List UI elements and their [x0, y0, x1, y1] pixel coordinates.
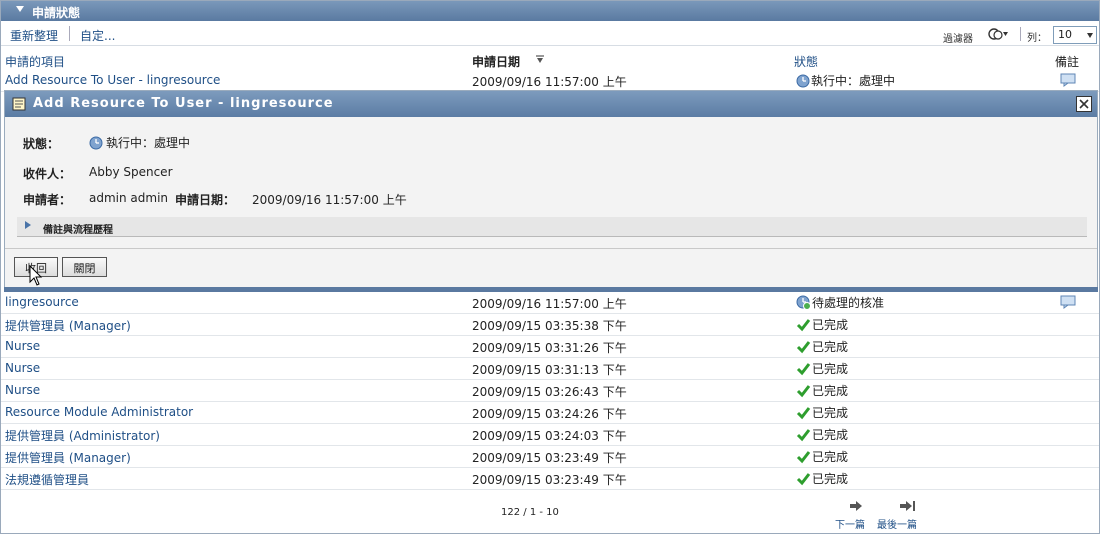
detail-header: Add Resource To User - lingresource	[5, 91, 1097, 117]
table-row[interactable]: 提供管理員 (Administrator) 2009/09/15 03:24:03…	[1, 423, 1099, 446]
request-item-link[interactable]: Nurse	[5, 383, 40, 397]
request-date: 2009/09/15 03:35:38 下午	[472, 319, 627, 333]
close-icon	[1079, 99, 1089, 109]
request-date: 2009/09/16 11:57:00 上午	[472, 297, 627, 311]
recipient-value: Abby Spencer	[89, 165, 173, 179]
request-status: 已完成	[796, 448, 848, 465]
toolbar: 重新整理 自定... 過濾器 列： 10	[1, 21, 1099, 46]
request-date: 2009/09/15 03:24:03 下午	[472, 429, 627, 443]
request-item-link[interactable]: Resource Module Administrator	[5, 405, 193, 419]
check-icon	[796, 385, 811, 398]
request-date: 2009/09/15 03:31:13 下午	[472, 363, 627, 377]
comments-history-toggle[interactable]: 備註與流程歷程	[17, 217, 1087, 237]
request-item-link[interactable]: Nurse	[5, 361, 40, 375]
toolbar-divider-2	[1020, 27, 1021, 41]
request-date: 2009/09/15 03:24:26 下午	[472, 407, 627, 421]
request-item-link[interactable]: 提供管理員 (Administrator)	[5, 427, 160, 444]
check-icon	[796, 451, 811, 464]
request-item-link[interactable]: Nurse	[5, 339, 40, 353]
request-item-link[interactable]: 法規遵循管理員	[5, 471, 89, 488]
rows-per-page-select[interactable]: 10	[1053, 26, 1097, 44]
rows-per-page-value: 10	[1058, 28, 1072, 41]
rows-label: 列：	[1027, 33, 1047, 44]
detail-divider	[5, 248, 1097, 249]
check-icon	[796, 407, 811, 420]
comment-icon[interactable]	[1060, 295, 1076, 309]
request-item-link[interactable]: 提供管理員 (Manager)	[5, 449, 131, 466]
filter-link[interactable]: 過濾器	[943, 30, 973, 45]
panel-title: 申請狀態	[32, 6, 81, 20]
expand-arrow-icon	[25, 221, 31, 229]
column-status-header[interactable]: 狀態	[794, 53, 818, 70]
request-date: 2009/09/16 11:57:00 上午	[472, 75, 627, 89]
request-item-link[interactable]: lingresource	[5, 295, 79, 309]
requester-label: 申請者：	[23, 193, 72, 207]
requester-value: admin admin	[89, 191, 169, 205]
next-page-link[interactable]: 下一篇	[835, 516, 865, 531]
request-date: 2009/09/15 03:31:26 下午	[472, 341, 627, 355]
clock-icon	[89, 136, 103, 150]
check-icon	[796, 319, 811, 332]
refresh-menu-icon[interactable]	[987, 27, 1009, 41]
comments-history-label: 備註與流程歷程	[43, 225, 113, 236]
request-date-label: 申請日期：	[175, 193, 236, 207]
request-status: 已完成	[796, 382, 848, 399]
table-row[interactable]: Nurse 2009/09/15 03:26:43 下午 已完成	[1, 379, 1099, 402]
request-status: 已完成	[796, 426, 848, 443]
column-date-header[interactable]: 申請日期	[472, 53, 520, 70]
customize-link[interactable]: 自定...	[80, 27, 115, 44]
close-detail-button[interactable]	[1076, 96, 1092, 112]
pending-clock-icon	[796, 295, 811, 310]
chevron-down-icon	[1087, 33, 1093, 38]
column-item-header[interactable]: 申請的項目	[5, 53, 65, 70]
toolbar-divider	[69, 26, 70, 41]
request-status: 待處理的核准	[796, 294, 884, 311]
table-row[interactable]: lingresource 2009/09/16 11:57:00 上午 待處理的核准	[1, 291, 1099, 314]
table-row[interactable]: Nurse 2009/09/15 03:31:26 下午 已完成	[1, 335, 1099, 358]
check-icon	[796, 429, 811, 442]
request-status: 已完成	[796, 470, 848, 487]
request-date-value: 2009/09/16 11:57:00 上午	[252, 193, 407, 207]
record-count: 122 / 1 - 10	[501, 507, 559, 518]
comment-icon[interactable]	[1060, 73, 1076, 87]
request-status: 已完成	[796, 338, 848, 355]
request-item-link[interactable]: Add Resource To User - lingresource	[5, 73, 220, 87]
request-status-panel: 申請狀態 重新整理 自定... 過濾器 列： 10 申請的項目 申請日期 狀態 …	[0, 0, 1100, 534]
request-item-link[interactable]: 提供管理員 (Manager)	[5, 317, 131, 334]
table-row[interactable]: Nurse 2009/09/15 03:31:13 下午 已完成	[1, 357, 1099, 380]
sort-descending-icon[interactable]	[535, 55, 545, 64]
check-icon	[796, 473, 811, 486]
request-date: 2009/09/15 03:23:49 下午	[472, 451, 627, 465]
request-status: 已完成	[796, 316, 848, 333]
clock-icon	[796, 74, 810, 88]
document-icon	[12, 97, 26, 111]
column-notes-header: 備註	[1055, 55, 1080, 69]
status-label: 狀態：	[23, 137, 60, 151]
table-row-expanded[interactable]: Add Resource To User - lingresource 2009…	[1, 69, 1099, 92]
recipient-label: 收件人：	[23, 167, 72, 181]
check-icon	[796, 341, 811, 354]
mouse-pointer-icon	[29, 265, 43, 286]
detail-title: Add Resource To User - lingresource	[33, 96, 334, 111]
request-status: 已完成	[796, 360, 848, 377]
refresh-link[interactable]: 重新整理	[10, 27, 58, 44]
collapse-arrow-icon[interactable]	[16, 6, 24, 12]
request-status: 執行中：處理中	[796, 72, 895, 89]
next-page-icon[interactable]	[849, 500, 863, 512]
check-icon	[796, 363, 811, 376]
panel-titlebar[interactable]: 申請狀態	[1, 1, 1099, 21]
request-detail-panel: Add Resource To User - lingresource 狀態： …	[4, 90, 1098, 289]
request-date: 2009/09/15 03:23:49 下午	[472, 473, 627, 487]
table-row[interactable]: 法規遵循管理員 2009/09/15 03:23:49 下午 已完成	[1, 467, 1099, 490]
close-button[interactable]: 關閉	[62, 257, 107, 277]
table-row[interactable]: 提供管理員 (Manager) 2009/09/15 03:23:49 下午 已完成	[1, 445, 1099, 468]
request-date: 2009/09/15 03:26:43 下午	[472, 385, 627, 399]
status-value: 執行中：處理中	[89, 134, 190, 151]
table-row[interactable]: 提供管理員 (Manager) 2009/09/15 03:35:38 下午 已完成	[1, 313, 1099, 336]
request-status: 已完成	[796, 404, 848, 421]
last-page-link[interactable]: 最後一篇	[877, 516, 917, 531]
table-header: 申請的項目 申請日期 狀態 備註	[1, 45, 1099, 69]
table-row[interactable]: Resource Module Administrator 2009/09/15 …	[1, 401, 1099, 424]
last-page-icon[interactable]	[899, 500, 917, 512]
